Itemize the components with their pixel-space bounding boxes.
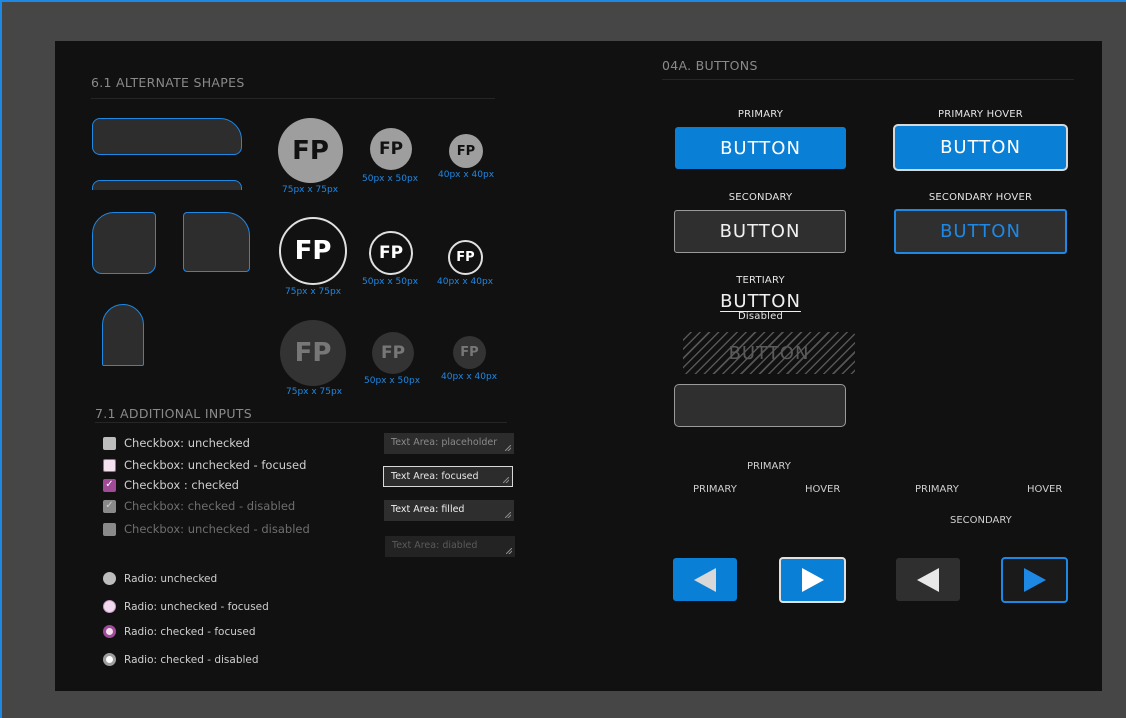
textarea-focused[interactable]: Text Area: focused	[383, 466, 513, 487]
resize-grip-icon[interactable]	[505, 512, 511, 518]
secondary-button[interactable]: BUTTON	[674, 210, 846, 253]
resize-grip-icon[interactable]	[505, 445, 511, 451]
radio-checked-disabled: Radio: checked - disabled	[103, 653, 259, 666]
radio-button[interactable]	[103, 572, 116, 585]
disabled-button: BUTTON	[683, 332, 855, 374]
avatar-small-dark: FP	[453, 336, 486, 369]
radio-button[interactable]	[103, 600, 116, 613]
buttons-title: 04A. BUTTONS	[662, 58, 758, 73]
shape-rounded-right	[183, 212, 250, 272]
alternate-shapes-title: 6.1 ALTERNATE SHAPES	[91, 75, 245, 90]
radio-button[interactable]	[103, 625, 116, 638]
avatar-small-outline: FP	[448, 240, 483, 275]
checkbox-label: Checkbox: unchecked - focused	[124, 458, 307, 472]
checkbox-unchecked-focused[interactable]: Checkbox: unchecked - focused	[103, 458, 306, 472]
arrow-secondary-group-label: SECONDARY	[950, 515, 1012, 526]
checkbox-checked-disabled: ✓ Checkbox: checked - disabled	[103, 499, 295, 513]
avatar-size-label: 50px x 50px	[364, 376, 421, 386]
arrow-right-icon	[801, 568, 824, 592]
radio-label: Radio: checked - disabled	[124, 653, 259, 666]
checkbox-box[interactable]	[103, 436, 116, 450]
avatar-size-label: 40px x 40px	[438, 170, 495, 180]
secondary-hover-button[interactable]: BUTTON	[894, 209, 1067, 254]
avatar-size-label: 40px x 40px	[437, 277, 494, 287]
avatar-size-label: 40px x 40px	[441, 372, 498, 382]
additional-inputs-title: 7.1 ADDITIONAL INPUTS	[95, 406, 252, 421]
resize-grip-icon	[506, 548, 512, 554]
checkmark-icon[interactable]: ✓	[103, 478, 116, 492]
checkbox-unchecked-disabled: Checkbox: unchecked - disabled	[103, 522, 310, 536]
checkbox-box	[103, 522, 116, 536]
radio-checked-focused[interactable]: Radio: checked - focused	[103, 625, 255, 638]
prev-arrow-button[interactable]	[673, 558, 737, 601]
avatar-size-label: 75px x 75px	[285, 287, 342, 297]
arrow-right-icon	[1023, 568, 1046, 592]
arrow-primary-label: PRIMARY	[693, 484, 737, 495]
avatar-large-dark: FP	[280, 320, 346, 386]
checkbox-label: Checkbox: unchecked - disabled	[124, 522, 310, 536]
avatar-large-outline: FP	[279, 217, 347, 285]
primary-hover-label: PRIMARY HOVER	[938, 109, 1023, 120]
avatar-size-label: 50px x 50px	[362, 277, 419, 287]
arrow-hover-label: HOVER	[805, 484, 841, 495]
radio-label: Radio: unchecked	[124, 572, 218, 585]
radio-label: Radio: unchecked - focused	[124, 600, 269, 613]
tertiary-button[interactable]: BUTTON	[705, 289, 816, 313]
section-divider	[91, 98, 495, 99]
tertiary-label: TERTIARY	[736, 275, 785, 286]
textarea-text: Text Area: focused	[391, 471, 479, 482]
textarea-disabled: Text Area: diabled	[385, 536, 515, 557]
avatar-size-label: 50px x 50px	[362, 174, 419, 184]
shape-wide-card	[92, 118, 242, 155]
primary-hover-button[interactable]: BUTTON	[893, 124, 1068, 171]
checkbox-label: Checkbox : checked	[124, 478, 239, 492]
primary-label: PRIMARY	[737, 109, 784, 120]
radio-label: Radio: checked - focused	[124, 625, 256, 638]
arrow-primary-group-label: PRIMARY	[747, 461, 791, 472]
style-guide-board: 6.1 ALTERNATE SHAPES FP 75px x 75px FP 5…	[55, 41, 1102, 691]
avatar-size-label: 75px x 75px	[286, 387, 343, 397]
checkbox-box[interactable]	[103, 458, 116, 472]
next-arrow-hover-button[interactable]	[779, 557, 846, 603]
radio-button	[103, 653, 116, 666]
arrow-left-icon	[917, 567, 939, 592]
radio-unchecked-focused[interactable]: Radio: unchecked - focused	[103, 600, 269, 613]
shape-rounded-left	[92, 212, 156, 274]
section-divider	[662, 79, 1074, 80]
textarea-text: Text Area: filled	[391, 504, 465, 515]
next-arrow-secondary-hover-button[interactable]	[1001, 557, 1068, 603]
textarea-text: Text Area: diabled	[392, 540, 478, 551]
avatar-size-label: 75px x 75px	[282, 185, 339, 195]
checkbox-checked[interactable]: ✓ Checkbox : checked	[103, 478, 239, 492]
secondary-label: SECONDARY	[728, 192, 793, 203]
primary-button[interactable]: BUTTON	[675, 127, 846, 169]
checkbox-label: Checkbox: checked - disabled	[124, 499, 296, 513]
arrow-secondary-hover-label: HOVER	[1027, 484, 1063, 495]
disabled-label: Disabled	[737, 311, 784, 322]
arrow-left-icon	[694, 567, 716, 592]
prev-arrow-secondary-button[interactable]	[896, 558, 960, 601]
empty-button[interactable]	[674, 384, 846, 427]
checkmark-icon: ✓	[103, 499, 116, 513]
avatar-medium-light: FP	[370, 128, 412, 170]
shape-tab-strip	[92, 180, 242, 190]
radio-unchecked[interactable]: Radio: unchecked	[103, 572, 217, 585]
secondary-hover-label: SECONDARY HOVER	[928, 192, 1033, 203]
checkbox-label: Checkbox: unchecked	[124, 436, 250, 450]
textarea-text: Text Area: placeholder	[391, 437, 498, 448]
checkbox-unchecked[interactable]: Checkbox: unchecked	[103, 436, 250, 450]
avatar-large-light: FP	[278, 118, 343, 183]
textarea-filled[interactable]: Text Area: filled	[384, 500, 514, 521]
avatar-medium-dark: FP	[372, 332, 414, 374]
shape-arch	[102, 304, 144, 366]
avatar-medium-outline: FP	[369, 231, 413, 275]
arrow-secondary-primary-label: PRIMARY	[915, 484, 959, 495]
textarea-placeholder[interactable]: Text Area: placeholder	[384, 433, 514, 454]
resize-grip-icon[interactable]	[503, 477, 509, 483]
avatar-small-light: FP	[449, 134, 483, 168]
section-divider	[95, 422, 507, 423]
